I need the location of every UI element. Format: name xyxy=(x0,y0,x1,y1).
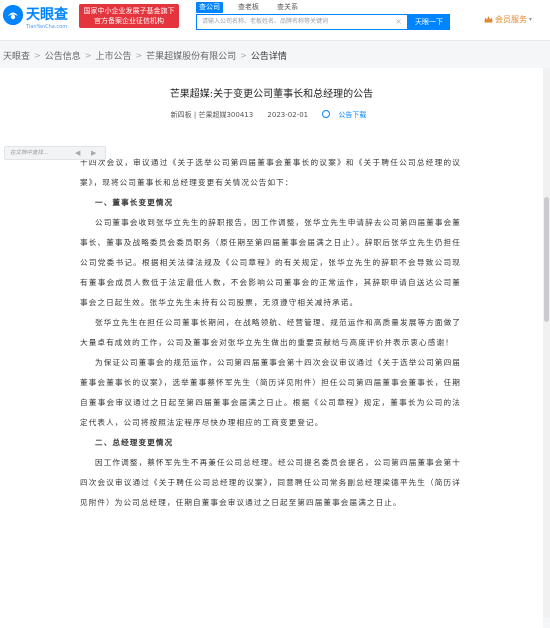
announcement-date: 2023-02-01 xyxy=(267,111,309,119)
gov-badge: 国家中小企业发展子基金旗下 官方备案企业征信机构 xyxy=(79,4,179,28)
download-icon xyxy=(322,110,331,118)
next-arrow-icon[interactable]: ▶ xyxy=(91,147,96,159)
doc-paragraph: 公司董事会收到张华立先生的辞职报告，因工作调整，张华立先生申请辞去公司第四届董事… xyxy=(80,218,461,307)
download-label: 公告下载 xyxy=(338,111,367,119)
breadcrumb-company[interactable]: 芒果超媒股份有限公司 xyxy=(146,49,236,62)
doc-paragraph: 张华立先生在担任公司董事长期间，在战略领航、经营管理、规范运作和高质量发展等方面… xyxy=(80,318,461,347)
tab-boss[interactable]: 查老板 xyxy=(235,2,262,13)
clear-icon[interactable]: × xyxy=(395,15,402,29)
document-body: 十四次会议，审议通过《关于选举公司第四届董事会董事长的议案》和《关于聘任公司总经… xyxy=(80,153,461,513)
scrollbar-thumb[interactable] xyxy=(544,197,549,322)
breadcrumb-separator: > xyxy=(135,51,143,60)
page-title: 芒果超媒:关于变更公司董事长和总经理的公告 xyxy=(169,89,374,100)
prev-arrow-icon[interactable]: ◀ xyxy=(75,147,80,159)
logo-icon[interactable] xyxy=(3,5,23,25)
member-service-link[interactable]: 会员服务 ▾ xyxy=(484,14,532,25)
search-button[interactable]: 天眼一下 xyxy=(408,14,450,30)
chevron-down-icon: ▾ xyxy=(529,16,533,23)
scrollbar-track[interactable] xyxy=(543,68,550,618)
crown-icon xyxy=(484,15,493,24)
member-label: 会员服务 xyxy=(495,15,527,24)
gov-badge-line1: 国家中小企业发展子基金旗下 xyxy=(83,7,175,15)
doc-heading-2: 二、总经理变更情况 xyxy=(95,438,174,447)
find-toolbar[interactable]: 在文档中查找... ◀ ▶ xyxy=(4,146,106,160)
search-placeholder: 请输入公司名称、老板姓名、品牌名称等关键词 xyxy=(202,18,329,25)
search-input[interactable]: 请输入公司名称、老板姓名、品牌名称等关键词 × xyxy=(196,14,408,30)
download-link[interactable]: 公告下载 xyxy=(322,110,372,119)
tab-relation[interactable]: 查关系 xyxy=(274,2,301,13)
tab-company[interactable]: 查公司 xyxy=(196,2,223,13)
board-label: 新四板 | 芒果超媒300413 xyxy=(170,111,254,119)
doc-paragraph: 因工作调整，蔡怀军先生不再兼任公司总经理。经公司提名委员会提名，公司第四届董事会… xyxy=(80,458,461,507)
breadcrumb-home[interactable]: 天眼查 xyxy=(3,49,30,62)
gov-badge-line2: 官方备案企业征信机构 xyxy=(94,17,164,25)
breadcrumb-separator: > xyxy=(34,51,41,60)
breadcrumb-current: 公告详情 xyxy=(250,52,287,62)
find-input[interactable]: 在文档中查找... xyxy=(10,147,48,159)
breadcrumb: 天眼查 > 公告信息 > 上市公告 > 芒果超媒股份有限公司 > 公告详情 xyxy=(3,49,287,62)
top-header: 天眼查 TianYanCha.com 国家中小企业发展子基金旗下 官方备案企业征… xyxy=(0,0,550,41)
breadcrumb-separator: > xyxy=(240,51,247,60)
search-tabs: 查公司 查老板 查关系 xyxy=(196,2,313,14)
doc-intro: 十四次会议，审议通过《关于选举公司第四届董事会董事长的议案》和《关于聘任公司总经… xyxy=(80,158,461,187)
announcement-meta: 新四板 | 芒果超媒300413 2023-02-01 公告下载 xyxy=(0,110,543,120)
breadcrumb-separator: > xyxy=(84,51,92,60)
doc-paragraph: 为保证公司董事会的规范运作，公司第四届董事会第十四次会议审议通过《关于选举公司第… xyxy=(80,358,461,427)
breadcrumb-listed[interactable]: 上市公告 xyxy=(95,49,131,62)
doc-heading-1: 一、董事长变更情况 xyxy=(95,198,174,207)
logo-text[interactable]: 天眼查 xyxy=(26,4,68,24)
logo-url: TianYanCha.com xyxy=(26,24,68,30)
breadcrumb-announcements[interactable]: 公告信息 xyxy=(45,49,81,62)
